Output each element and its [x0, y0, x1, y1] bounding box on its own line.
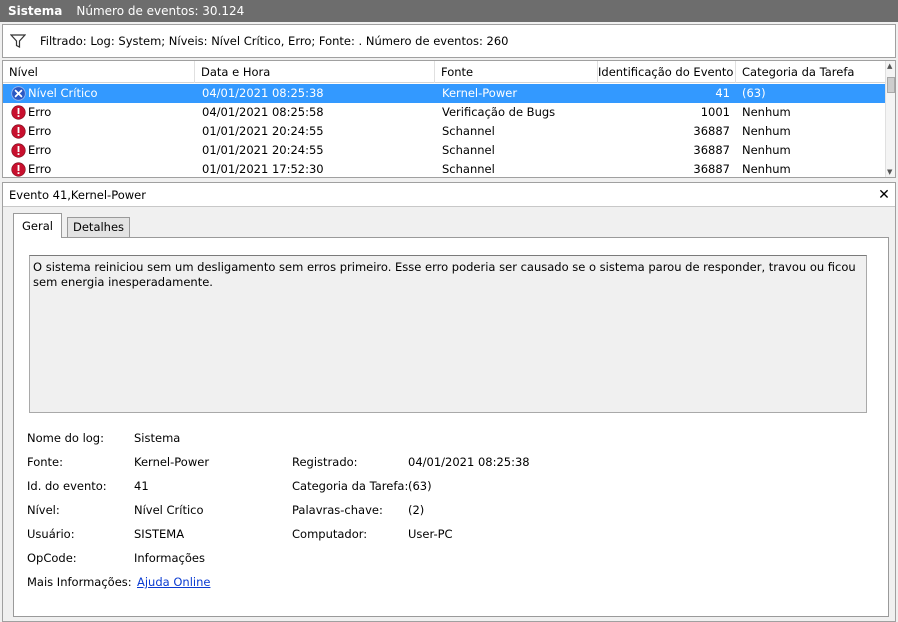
table-row[interactable]: Erro 01/01/2021 20:24:55 Schannel 36887 …: [3, 141, 887, 160]
scroll-up-icon[interactable]: ▲: [887, 62, 892, 70]
row-category: Nenhum: [742, 105, 791, 119]
task-category-value: (63): [408, 479, 432, 493]
event-list-header: Nível Data e Hora Fonte Identificação do…: [3, 61, 887, 83]
row-datetime: 01/01/2021 17:52:30: [202, 162, 324, 176]
error-icon: [11, 162, 26, 177]
column-header-event-id[interactable]: Identificação do Evento: [598, 61, 736, 83]
user-value: SISTEMA: [134, 527, 185, 541]
computer-label: Computador:: [292, 527, 368, 541]
table-row[interactable]: Erro 01/01/2021 17:52:30 Schannel 36887 …: [3, 160, 887, 177]
row-datetime: 01/01/2021 20:24:55: [202, 124, 324, 138]
column-header-level[interactable]: Nível: [3, 61, 195, 83]
column-header-datetime[interactable]: Data e Hora: [195, 61, 435, 83]
registered-value: 04/01/2021 08:25:38: [408, 455, 530, 469]
row-source: Schannel: [442, 124, 495, 138]
row-category: (63): [742, 86, 766, 100]
level-value: Nível Crítico: [134, 503, 204, 517]
row-event-id: 36887: [693, 162, 730, 176]
log-name-value: Sistema: [134, 431, 181, 445]
event-detail-title: Evento 41,Kernel-Power: [3, 183, 895, 207]
row-category: Nenhum: [742, 162, 791, 176]
column-header-task-category[interactable]: Categoria da Tarefa: [736, 61, 887, 83]
critical-icon: [11, 86, 26, 101]
row-event-id: 1001: [700, 105, 730, 119]
log-name: Sistema: [8, 4, 63, 18]
row-level: Erro: [28, 162, 52, 176]
error-icon: [11, 105, 26, 120]
event-list[interactable]: Nível Data e Hora Fonte Identificação do…: [2, 60, 896, 178]
general-tab-content: O sistema reiniciou sem um desligamento …: [13, 237, 889, 617]
close-icon[interactable]: ✕: [875, 185, 893, 205]
tab-general[interactable]: Geral: [13, 213, 62, 238]
row-level: Nível Crítico: [28, 86, 98, 100]
opcode-label: OpCode:: [27, 551, 77, 565]
tab-details[interactable]: Detalhes: [67, 217, 131, 237]
source-label: Fonte:: [27, 455, 63, 469]
opcode-value: Informações: [134, 551, 205, 565]
row-source: Kernel-Power: [442, 86, 518, 100]
user-label: Usuário:: [27, 527, 75, 541]
log-titlebar: Sistema Número de eventos: 30.124: [0, 0, 898, 22]
keywords-value: (2): [408, 503, 425, 517]
row-level: Erro: [28, 143, 52, 157]
row-event-id: 36887: [693, 124, 730, 138]
row-datetime: 01/01/2021 20:24:55: [202, 143, 324, 157]
error-icon: [11, 124, 26, 139]
scroll-down-icon[interactable]: ▼: [887, 168, 892, 176]
row-datetime: 04/01/2021 08:25:58: [202, 105, 324, 119]
row-event-id: 36887: [693, 143, 730, 157]
event-count: Número de eventos: 30.124: [76, 4, 245, 18]
row-source: Schannel: [442, 143, 495, 157]
row-datetime: 04/01/2021 08:25:38: [202, 86, 324, 100]
row-level: Erro: [28, 124, 52, 138]
filter-icon: [10, 34, 26, 48]
event-detail-panel: Evento 41,Kernel-Power ✕ Geral Detalhes …: [2, 182, 896, 622]
registered-label: Registrado:: [292, 455, 358, 469]
row-event-id: 41: [715, 86, 730, 100]
column-header-source[interactable]: Fonte: [435, 61, 598, 83]
event-id-label: Id. do evento:: [27, 479, 107, 493]
table-row[interactable]: Nível Crítico 04/01/2021 08:25:38 Kernel…: [3, 84, 887, 103]
keywords-label: Palavras-chave:: [292, 503, 383, 517]
log-name-label: Nome do log:: [27, 431, 104, 445]
filter-bar: Filtrado: Log: System; Níveis: Nível Crí…: [2, 24, 896, 58]
event-list-scrollbar[interactable]: ▲ ▼: [885, 61, 895, 177]
row-source: Schannel: [442, 162, 495, 176]
online-help-link[interactable]: Ajuda Online: [137, 575, 210, 589]
level-label: Nível:: [27, 503, 60, 517]
event-description[interactable]: O sistema reiniciou sem um desligamento …: [29, 255, 867, 413]
source-value: Kernel-Power: [134, 455, 210, 469]
filter-text: Filtrado: Log: System; Níveis: Nível Crí…: [40, 34, 509, 48]
task-category-label: Categoria da Tarefa:: [292, 479, 409, 493]
row-source: Verificação de Bugs: [442, 105, 556, 119]
table-row[interactable]: Erro 04/01/2021 08:25:58 Verificação de …: [3, 103, 887, 122]
more-info-label: Mais Informações:: [27, 575, 132, 589]
table-row[interactable]: Erro 01/01/2021 20:24:55 Schannel 36887 …: [3, 122, 887, 141]
row-category: Nenhum: [742, 124, 791, 138]
event-id-value: 41: [134, 479, 149, 493]
row-level: Erro: [28, 105, 52, 119]
error-icon: [11, 143, 26, 158]
row-category: Nenhum: [742, 143, 791, 157]
computer-value: User-PC: [408, 527, 453, 541]
scroll-thumb[interactable]: [887, 77, 895, 93]
